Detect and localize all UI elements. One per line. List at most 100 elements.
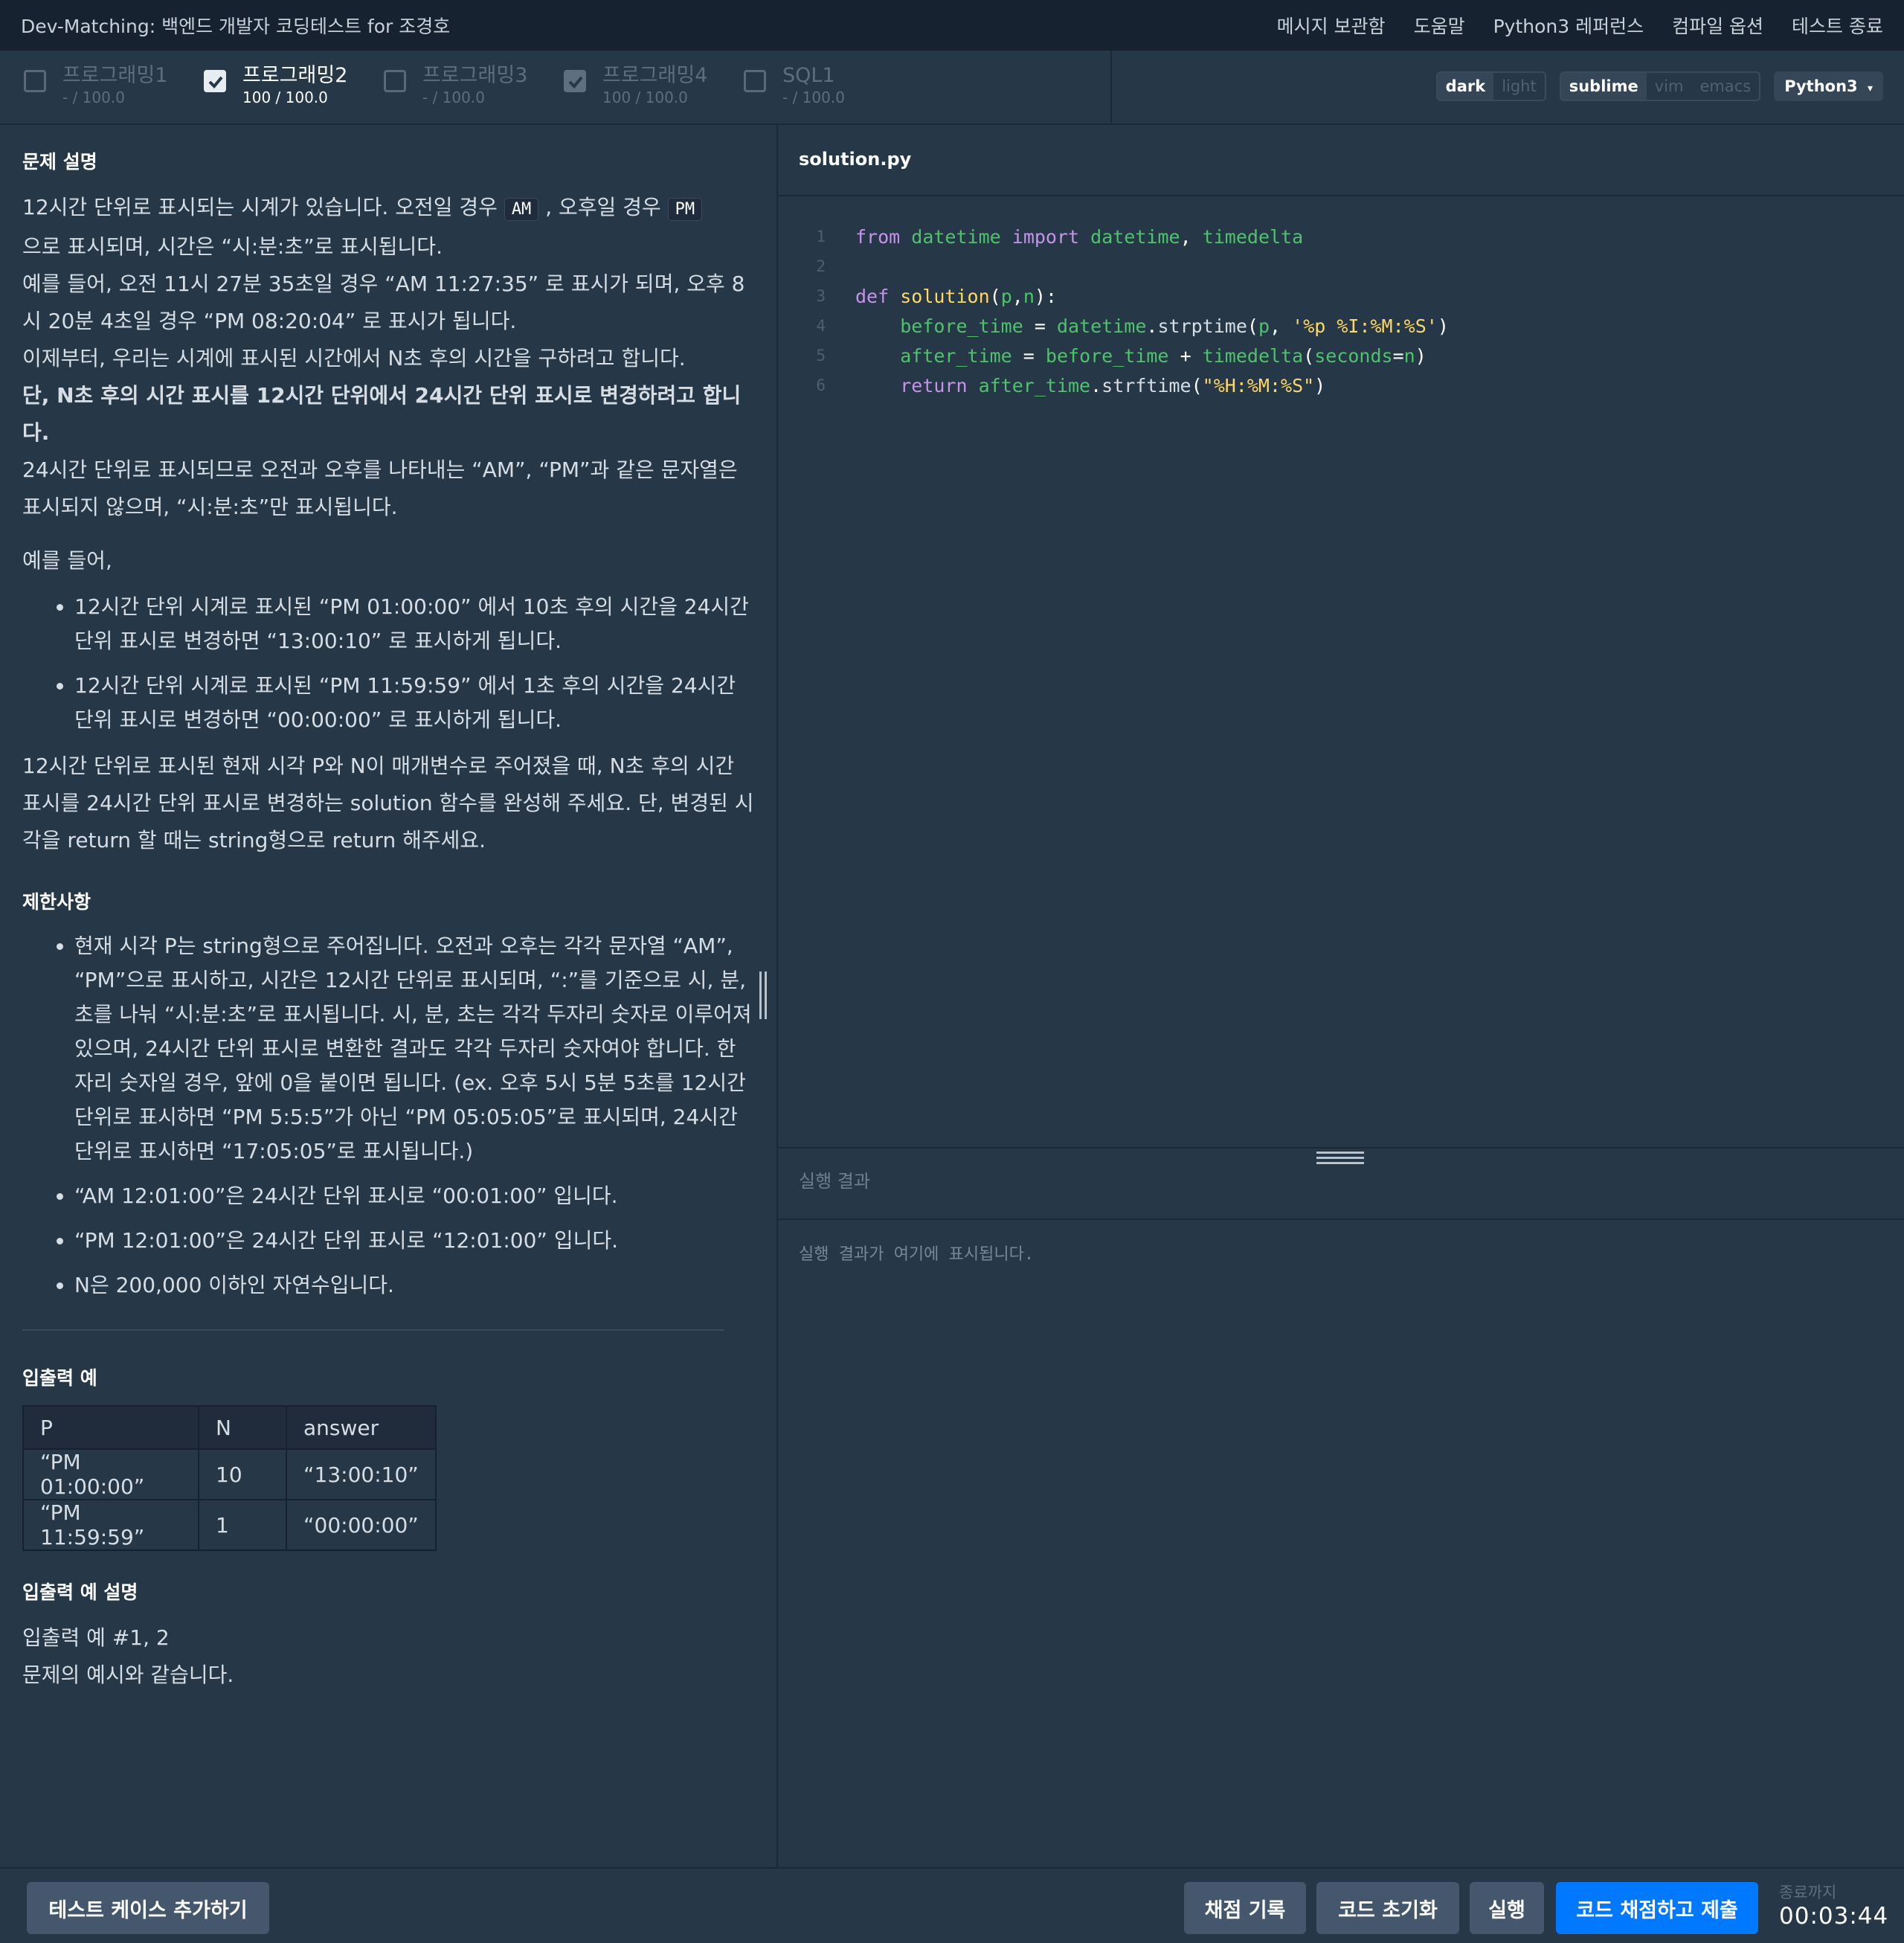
divider (22, 1329, 724, 1331)
code-chip-am: AM (504, 198, 539, 221)
code-text: return after_time.strftime("%H:%M:%S") (900, 374, 1326, 396)
code-line: 4 before_time = datetime.strptime(p, '%p… (778, 311, 1449, 341)
checkbox-icon (24, 70, 46, 92)
code-text: before_time = datetime.strptime(p, '%p %… (900, 315, 1449, 337)
list-item: 현재 시각 P는 string형으로 주어집니다. 오전과 오후는 각각 문자열… (74, 929, 754, 1169)
tab-programming-2[interactable]: 프로그래밍2 100 / 100.0 (204, 64, 356, 107)
editor-filename: solution.py (799, 149, 912, 170)
bold-text: 단, N초 후의 시간 표시를 12시간 단위에서 24시간 단위 표시로 변경… (22, 383, 742, 445)
text: 예를 들어, 오전 11시 27분 35초일 경우 “AM 11:27:35” … (22, 272, 745, 333)
example-intro: 예를 들어, (22, 548, 112, 573)
menu-help[interactable]: 도움말 (1414, 12, 1465, 39)
grading-history-button[interactable]: 채점 기록 (1184, 1882, 1306, 1934)
theme-dark-button[interactable]: dark (1437, 73, 1494, 100)
tab-score: - / 100.0 (422, 89, 485, 106)
menu-end-test[interactable]: 테스트 종료 (1792, 12, 1883, 39)
theme-light-button[interactable]: light (1493, 73, 1545, 100)
timer-value: 00:03:44 (1779, 1903, 1889, 1930)
run-button[interactable]: 실행 (1470, 1882, 1544, 1934)
theme-toggle: dark light (1435, 71, 1546, 101)
table-cell: “PM 01:00:00” (22, 1448, 199, 1500)
table-header: N (198, 1405, 287, 1450)
section-heading-io: 입출력 예 (22, 1367, 97, 1389)
menu-python-reference[interactable]: Python3 레퍼런스 (1493, 12, 1644, 39)
list-item: “PM 12:01:00”은 24시간 단위 표시로 “12:01:00” 입니… (74, 1224, 754, 1258)
top-menu: 메시지 보관함 도움말 Python3 레퍼런스 컴파일 옵션 테스트 종료 (1277, 12, 1883, 39)
list-item: “AM 12:01:00”은 24시간 단위 표시로 “00:01:00” 입니… (74, 1179, 754, 1213)
line-number: 3 (816, 287, 826, 305)
result-header: 실행 결과 (778, 1149, 1904, 1220)
tab-programming-1[interactable]: 프로그래밍1 - / 100.0 (24, 64, 176, 107)
add-testcase-button[interactable]: 테스트 케이스 추가하기 (27, 1882, 269, 1934)
result-output: 실행 결과가 여기에 표시됩니다. (799, 1245, 1035, 1264)
tab-score: - / 100.0 (62, 89, 125, 106)
menu-compile-options[interactable]: 컴파일 옵션 (1672, 12, 1763, 39)
problem-panel: 문제 설명 12시간 단위로 표시되는 시계가 있습니다. 오전일 경우 AM … (0, 125, 776, 1867)
section-heading-io-explain: 입출력 예 설명 (22, 1581, 138, 1603)
chevron-down-icon: ▾ (1867, 83, 1873, 94)
line-number: 6 (816, 376, 826, 394)
editor-options: dark light sublime vim emacs Python3 ▾ (1435, 71, 1883, 101)
table-header: answer (286, 1405, 437, 1450)
language-select[interactable]: Python3 ▾ (1774, 71, 1883, 101)
reset-code-button[interactable]: 코드 초기화 (1316, 1882, 1459, 1934)
tab-score: 100 / 100.0 (602, 89, 688, 106)
code-line: 6 return after_time.strftime("%H:%M:%S") (778, 370, 1325, 400)
list-item: N은 200,000 이하인 자연수입니다. (74, 1268, 754, 1303)
table-cell: 10 (198, 1448, 287, 1500)
code-line: 2 (778, 251, 855, 281)
description-paragraph: 12시간 단위로 표시되는 시계가 있습니다. 오전일 경우 AM , 오후일 … (22, 189, 754, 526)
top-bar: Dev-Matching: 백엔드 개발자 코딩테스트 for 조경호 메시지 … (0, 0, 1904, 51)
text: 이제부터, 우리는 시계에 표시된 시간에서 N초 후의 시간을 구하려고 합니… (22, 346, 686, 370)
vertical-resize-handle-icon[interactable] (759, 972, 773, 1019)
table-cell: “13:00:10” (286, 1448, 437, 1500)
text: 으로 표시되며, 시간은 “시:분:초”로 표시됩니다. (22, 234, 443, 259)
divider (1110, 51, 1112, 125)
checkmark-icon (564, 70, 586, 92)
keymap-vim-button[interactable]: vim (1646, 73, 1692, 100)
code-text: after_time = before_time + timedelta(sec… (900, 344, 1427, 367)
tab-name: SQL1 (782, 64, 835, 87)
tab-programming-3[interactable]: 프로그래밍3 - / 100.0 (384, 64, 536, 107)
keymap-sublime-button[interactable]: sublime (1560, 73, 1647, 100)
result-heading: 실행 결과 (799, 1171, 870, 1192)
tab-score: 100 / 100.0 (242, 89, 328, 106)
table-row: “PM 01:00:00” 10 “13:00:10” (22, 1448, 437, 1500)
table-cell: 1 (198, 1499, 287, 1551)
tab-programming-4[interactable]: 프로그래밍4 100 / 100.0 (564, 64, 715, 107)
line-number: 1 (816, 228, 826, 245)
task-paragraph: 12시간 단위로 표시된 현재 시각 P와 N이 매개변수로 주어졌을 때, N… (22, 754, 754, 852)
text: , 오후일 경우 (545, 195, 661, 219)
list-item: 12시간 단위 시계로 표시된 “PM 01:00:00” 에서 10초 후의 … (74, 590, 754, 658)
keymap-emacs-button[interactable]: emacs (1691, 73, 1760, 100)
language-label: Python3 (1784, 77, 1858, 95)
table-cell: “00:00:00” (286, 1499, 437, 1551)
list-item: 12시간 단위 시계로 표시된 “PM 11:59:59” 에서 1초 후의 시… (74, 669, 754, 737)
checkmark-icon (204, 70, 226, 92)
page-title: Dev-Matching: 백엔드 개발자 코딩테스트 for 조경호 (21, 16, 451, 37)
code-line: 3 def solution(p,n): (778, 281, 1057, 311)
table-row: “PM 11:59:59” 1 “00:00:00” (22, 1499, 437, 1551)
code-chip-pm: PM (667, 198, 703, 221)
line-number: 4 (816, 317, 826, 335)
text: 24시간 단위로 표시되므로 오전과 오후를 나타내는 “AM”, “PM”과 … (22, 457, 738, 519)
tab-name: 프로그래밍2 (242, 64, 348, 87)
line-number: 5 (816, 347, 826, 364)
tab-sql-1[interactable]: SQL1 - / 100.0 (744, 64, 848, 107)
code-text: def solution(p,n): (855, 285, 1057, 307)
io-explain-line: 입출력 예 #1, 2 (22, 1625, 170, 1650)
code-editor[interactable]: 1 from datetime import datetime, timedel… (778, 196, 1904, 1147)
table-header-row: P N answer (22, 1405, 437, 1450)
tab-name: 프로그래밍3 (422, 64, 528, 87)
text: 12시간 단위로 표시되는 시계가 있습니다. 오전일 경우 (22, 195, 498, 219)
line-number: 2 (816, 257, 826, 275)
io-explain-line: 문제의 예시와 같습니다. (22, 1663, 234, 1687)
menu-message-box[interactable]: 메시지 보관함 (1277, 12, 1386, 39)
keymap-toggle: sublime vim emacs (1559, 71, 1761, 101)
submit-button[interactable]: 코드 채점하고 제출 (1556, 1882, 1758, 1934)
code-line: 1 from datetime import datetime, timedel… (778, 222, 1303, 251)
table-header: P (22, 1405, 199, 1450)
tab-name: 프로그래밍4 (602, 64, 708, 87)
section-heading-description: 문제 설명 (22, 151, 97, 173)
problem-tab-bar: 프로그래밍1 - / 100.0 프로그래밍2 100 / 100.0 프로그래… (0, 51, 1904, 125)
